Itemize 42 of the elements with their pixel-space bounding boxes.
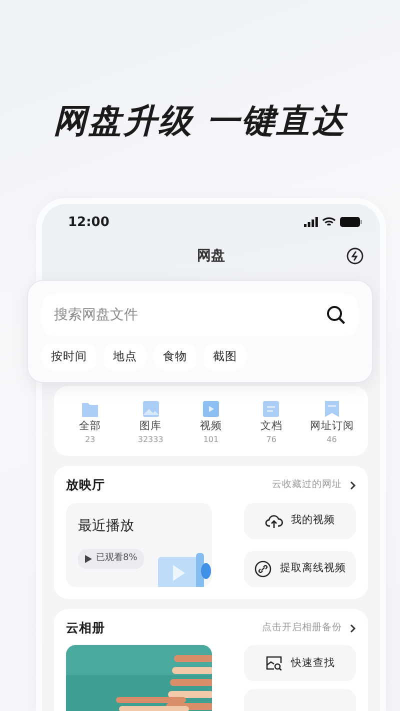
video-icon [202,400,220,418]
action-button[interactable]: 我的视频 [244,502,356,539]
search-tag[interactable]: 截图 [204,344,246,370]
category-label[interactable]: 视频 [200,420,222,434]
chevron-icon [350,480,356,490]
page-title: 网盘 [197,246,225,266]
action-button[interactable]: 提取离线视频 [244,550,356,587]
category-count: 23 [85,434,96,446]
status-time: 12:00 [68,214,110,232]
search-tag[interactable]: 按时间 [42,344,96,370]
speed-icon[interactable] [346,247,364,266]
search-tag[interactable]: 食物 [154,344,196,370]
headline: 网盘升级 一键直达 [52,100,349,142]
signal-icon [304,217,318,228]
category-label[interactable]: 网址订阅 [310,420,354,434]
search-icon[interactable] [326,305,346,326]
image-search-icon [265,654,283,672]
tile-title: 最近播放 [78,518,134,534]
play-icon [85,554,92,563]
category-label[interactable]: 全部 [79,420,102,434]
search-tag[interactable]: 地点 [104,344,146,370]
link-icon [254,560,272,578]
recent-play-tile[interactable]: 最近播放 已观看8% [66,502,212,587]
chevron-icon [350,624,356,633]
battery-icon [340,217,362,228]
category-label[interactable]: 文档 [260,420,282,434]
bookmark-icon [322,400,341,418]
category-count: 101 [203,434,219,446]
doc-icon [262,400,280,418]
action-button[interactable]: 快速查找 [244,645,356,682]
folder-icon [81,400,100,418]
image-icon [142,400,160,418]
video-camera-icon [158,552,212,587]
progress-text: 已观看8% [96,552,138,566]
category-label[interactable]: 图库 [140,420,162,434]
section-title: 放映厅 [66,476,105,494]
category-count: 32333 [138,434,164,446]
search-field[interactable]: 搜索网盘文件 [42,294,358,336]
wifi-icon [322,217,336,228]
section-title: 云相册 [66,618,105,637]
category-count: 76 [266,434,276,446]
category-count: 46 [326,434,337,446]
